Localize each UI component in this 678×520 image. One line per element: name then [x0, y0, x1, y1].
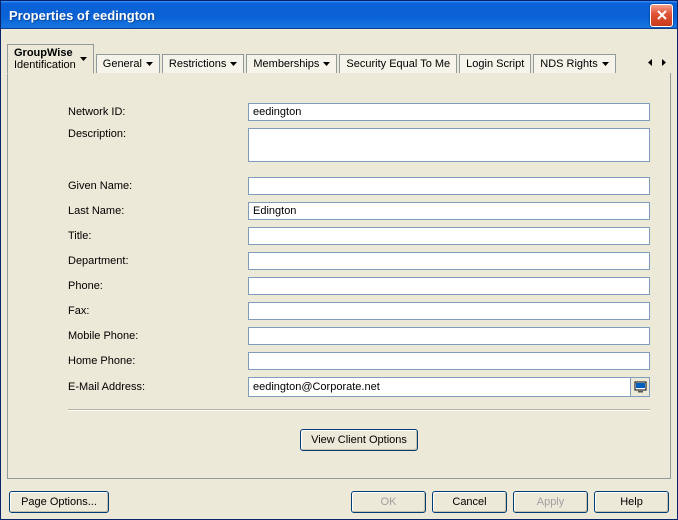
page-options-button[interactable]: Page Options...: [9, 491, 109, 513]
help-button[interactable]: Help: [594, 491, 669, 513]
chevron-right-icon: [662, 59, 666, 66]
properties-window: Properties of eedington GroupWise Identi…: [0, 0, 678, 520]
identification-form: Network ID: Description: Given Name: Las…: [8, 73, 670, 461]
chevron-down-icon: [80, 57, 87, 61]
tab-scroll-right[interactable]: [657, 53, 671, 71]
ok-button: OK: [351, 491, 426, 513]
label-given-name: Given Name:: [68, 180, 248, 192]
label-home-phone: Home Phone:: [68, 355, 248, 367]
tab-label: General: [103, 58, 142, 70]
description-field[interactable]: [248, 128, 650, 162]
label-department: Department:: [68, 255, 248, 267]
tab-restrictions[interactable]: Restrictions: [162, 54, 244, 74]
content-panel: Network ID: Description: Given Name: Las…: [7, 73, 671, 479]
last-name-field[interactable]: [248, 202, 650, 220]
email-field-wrap: [248, 377, 650, 397]
mobile-phone-field[interactable]: [248, 327, 650, 345]
tab-scroll-left[interactable]: [643, 53, 657, 71]
network-id-field[interactable]: [248, 103, 650, 121]
tab-login-script[interactable]: Login Script: [459, 54, 531, 74]
dialog-button-bar: Page Options... OK Cancel Apply Help: [1, 485, 677, 519]
phone-field[interactable]: [248, 277, 650, 295]
apply-button: Apply: [513, 491, 588, 513]
email-addresses-button[interactable]: [630, 378, 649, 396]
tab-bar: GroupWise Identification General Restric…: [1, 29, 677, 73]
close-icon: [657, 10, 667, 20]
tab-scroll-controls: [643, 53, 671, 73]
label-network-id: Network ID:: [68, 106, 248, 118]
tab-label: Restrictions: [169, 58, 226, 70]
chevron-down-icon: [602, 62, 609, 66]
department-field[interactable]: [248, 252, 650, 270]
tab-general[interactable]: General: [96, 54, 160, 74]
tab-groupwise[interactable]: GroupWise Identification: [7, 44, 94, 74]
home-phone-field[interactable]: [248, 352, 650, 370]
label-description: Description:: [68, 128, 248, 140]
tab-sublabel: Identification: [14, 59, 76, 71]
close-button[interactable]: [650, 4, 673, 27]
email-field[interactable]: [249, 378, 630, 396]
tab-label: GroupWise: [14, 47, 73, 59]
label-last-name: Last Name:: [68, 205, 248, 217]
chevron-down-icon: [230, 62, 237, 66]
label-fax: Fax:: [68, 305, 248, 317]
cancel-button[interactable]: Cancel: [432, 491, 507, 513]
window-title: Properties of eedington: [9, 8, 650, 23]
tab-nds-rights[interactable]: NDS Rights: [533, 54, 615, 74]
tab-security-equal[interactable]: Security Equal To Me: [339, 54, 457, 74]
label-email: E-Mail Address:: [68, 381, 248, 393]
tab-memberships[interactable]: Memberships: [246, 54, 337, 74]
tab-label: Login Script: [466, 58, 524, 70]
titlebar: Properties of eedington: [1, 1, 677, 29]
tab-label: Security Equal To Me: [346, 58, 450, 70]
label-title: Title:: [68, 230, 248, 242]
tab-label: NDS Rights: [540, 58, 597, 70]
chevron-left-icon: [648, 59, 652, 66]
label-phone: Phone:: [68, 280, 248, 292]
tab-label: Memberships: [253, 58, 319, 70]
chevron-down-icon: [323, 62, 330, 66]
divider: [68, 409, 650, 411]
given-name-field[interactable]: [248, 177, 650, 195]
fax-field[interactable]: [248, 302, 650, 320]
view-client-options-button[interactable]: View Client Options: [300, 429, 418, 451]
chevron-down-icon: [146, 62, 153, 66]
screen-icon: [634, 381, 647, 393]
label-mobile-phone: Mobile Phone:: [68, 330, 248, 342]
title-field[interactable]: [248, 227, 650, 245]
